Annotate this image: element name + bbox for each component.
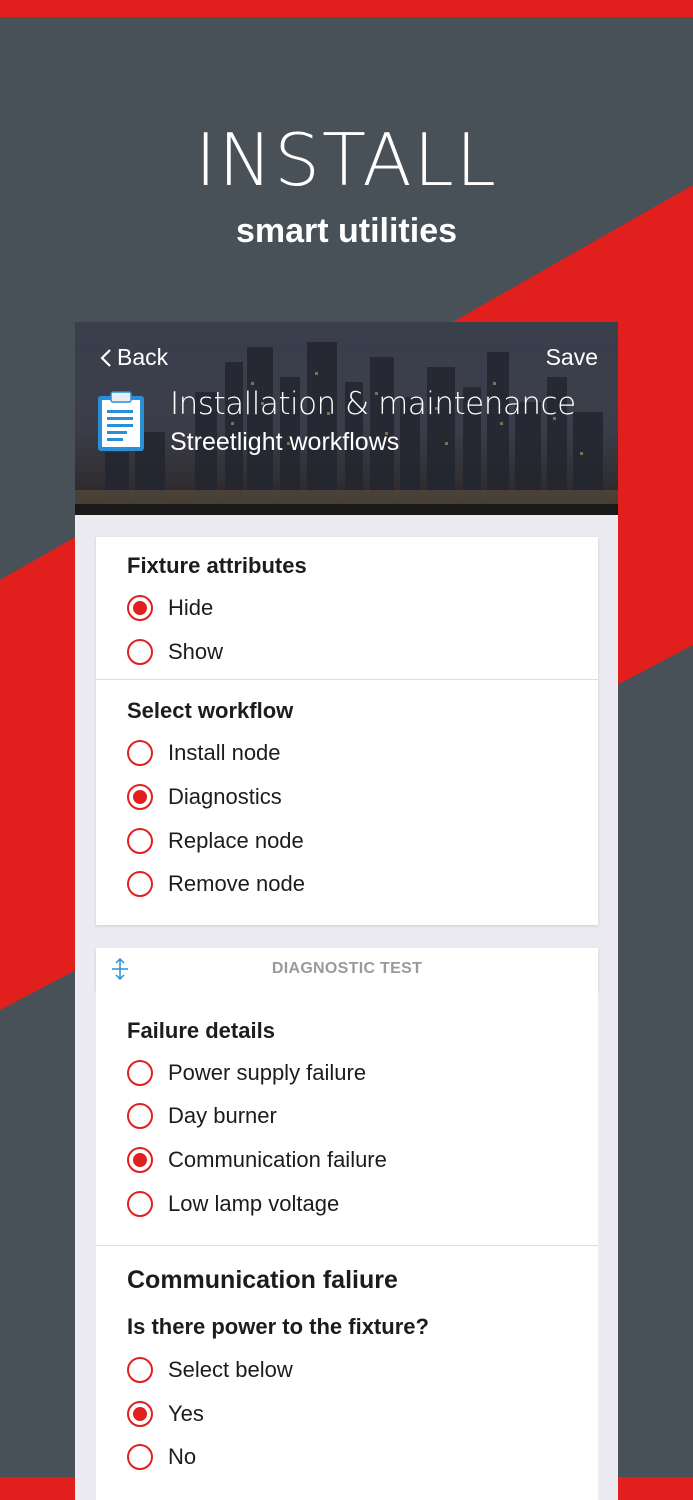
option-label: No xyxy=(168,1444,197,1469)
workflow-option-install-node[interactable]: Install node xyxy=(127,740,281,766)
radio-unselected-icon xyxy=(127,740,153,766)
save-button[interactable]: Save xyxy=(546,344,598,371)
option-label: Power supply failure xyxy=(168,1060,367,1085)
radio-unselected-icon xyxy=(127,639,153,665)
option-label: Select below xyxy=(168,1357,293,1382)
chevron-left-icon xyxy=(100,348,111,367)
radio-unselected-icon xyxy=(127,1103,153,1129)
workflow-card: Fixture attributes Hide Show Select work… xyxy=(96,537,598,925)
section-divider xyxy=(96,1245,598,1246)
app-screen: Back Save Installation & maintenance Str… xyxy=(75,322,618,1500)
failure-option-communication[interactable]: Communication failure xyxy=(127,1147,387,1173)
back-label: Back xyxy=(117,344,169,370)
workflow-option-remove-node[interactable]: Remove node xyxy=(127,871,305,897)
option-label: Replace node xyxy=(168,828,304,853)
failure-details-title: Failure details xyxy=(127,1018,275,1043)
radio-selected-icon xyxy=(127,784,153,810)
screen-subtitle: Streetlight workflows xyxy=(170,428,400,456)
option-label: Install node xyxy=(168,740,281,765)
diagnostic-test-header[interactable]: DIAGNOSTIC TEST xyxy=(96,948,598,990)
hero-title: INSTALL xyxy=(195,118,498,202)
fixture-option-hide[interactable]: Hide xyxy=(127,595,213,621)
screen-title: Installation & maintenance xyxy=(170,386,576,422)
option-label: Hide xyxy=(168,595,214,620)
failure-option-low-lamp-voltage[interactable]: Low lamp voltage xyxy=(127,1191,339,1217)
fixture-attributes-title: Fixture attributes xyxy=(127,553,307,578)
option-label: Yes xyxy=(168,1401,204,1426)
failure-option-power-supply[interactable]: Power supply failure xyxy=(127,1060,366,1086)
clipboard-icon xyxy=(98,391,144,451)
select-workflow-title: Select workflow xyxy=(127,698,294,723)
section-divider xyxy=(96,679,598,680)
radio-selected-icon xyxy=(127,595,153,621)
diagnostic-test-label: DIAGNOSTIC TEST xyxy=(271,960,423,977)
workflow-option-diagnostics[interactable]: Diagnostics xyxy=(127,784,282,810)
option-label: Diagnostics xyxy=(168,784,282,809)
option-label: Low lamp voltage xyxy=(168,1191,340,1216)
communication-failure-title: Communication faliure xyxy=(127,1266,398,1294)
radio-unselected-icon xyxy=(127,828,153,854)
fixture-option-show[interactable]: Show xyxy=(127,639,223,665)
power-question: Is there power to the fixture? xyxy=(127,1314,429,1339)
radio-unselected-icon xyxy=(127,1444,153,1470)
hero-subtitle: smart utilities xyxy=(235,212,458,250)
workflow-option-replace-node[interactable]: Replace node xyxy=(127,828,304,854)
app-header: Back Save Installation & maintenance Str… xyxy=(75,322,618,515)
failure-option-day-burner[interactable]: Day burner xyxy=(127,1103,277,1129)
option-label: Show xyxy=(168,639,224,664)
diagnostic-card: Failure details Power supply failure Day… xyxy=(96,990,598,1500)
back-button[interactable]: Back xyxy=(99,344,168,371)
option-label: Day burner xyxy=(168,1103,277,1128)
option-label: Communication failure xyxy=(168,1147,387,1172)
power-option-select-below[interactable]: Select below xyxy=(127,1357,293,1383)
radio-selected-icon xyxy=(127,1401,153,1427)
radio-unselected-icon xyxy=(127,871,153,897)
radio-unselected-icon xyxy=(127,1191,153,1217)
power-option-no[interactable]: No xyxy=(127,1444,196,1470)
power-option-yes[interactable]: Yes xyxy=(127,1401,204,1427)
option-label: Remove node xyxy=(168,871,305,896)
radio-unselected-icon xyxy=(127,1357,153,1383)
radio-selected-icon xyxy=(127,1147,153,1173)
radio-unselected-icon xyxy=(127,1060,153,1086)
